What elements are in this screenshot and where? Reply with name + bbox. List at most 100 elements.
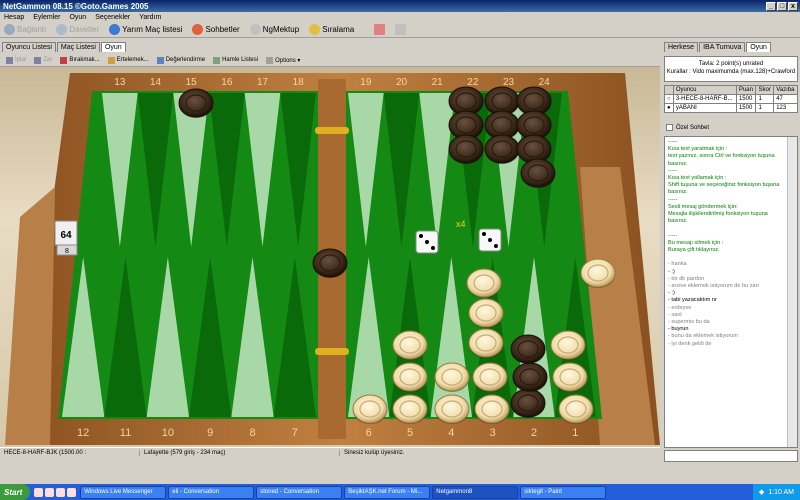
light-checker[interactable]: [550, 330, 586, 360]
task-messenger[interactable]: Windows Live Messenger: [80, 485, 167, 499]
game-area: 13 12 14 11 15 10 16 9 17 8 18 7 19 6 20 5 21 4 22 3 23 2 24 1 …: [0, 67, 660, 447]
light-checker[interactable]: [558, 394, 594, 424]
doubling-cube[interactable]: 64 8: [54, 220, 78, 256]
chats-button[interactable]: Sohbetler: [192, 24, 240, 35]
chat-scrollbar[interactable]: [787, 137, 797, 447]
connect-button[interactable]: Bağlantı: [4, 24, 46, 35]
flag-icon: [60, 56, 68, 64]
menu-hesap[interactable]: Hesap: [4, 14, 24, 21]
options-button[interactable]: Options ▾: [266, 56, 300, 64]
postpone-button[interactable]: Ertelemek...: [107, 56, 149, 64]
task-forum[interactable]: BeşiktAŞK.net Forum - Mi...: [344, 485, 431, 499]
dark-checker[interactable]: [510, 334, 546, 364]
chat-line: Kısa text yollamak için :: [668, 175, 727, 182]
tab-game[interactable]: Oyun: [100, 42, 126, 52]
minimize-button[interactable]: _: [766, 1, 776, 11]
chat-line: - saol: [668, 311, 682, 318]
backgammon-board: 131214111510169178187196205214223232241 …: [5, 73, 660, 445]
point-label: 7: [292, 427, 298, 439]
light-checker[interactable]: [552, 362, 588, 392]
private-chat-toggle[interactable]: Özel Sohbet: [666, 124, 709, 131]
die-pip: [425, 240, 429, 244]
close-button[interactable]: x: [788, 1, 798, 11]
maximize-button[interactable]: □: [777, 1, 787, 11]
dark-checker[interactable]: [312, 248, 348, 278]
light-checker[interactable]: [468, 298, 504, 328]
game-info-line2: Kurallar : Vido maximumda (max.128)+Craw…: [666, 69, 796, 75]
resign-button[interactable]: Bırakmak...: [60, 56, 100, 64]
status-player: HECE-8-HARF-BJK (1500.00 :: [0, 450, 140, 456]
light-checker[interactable]: [580, 258, 616, 288]
task-stoned-conversation[interactable]: stoned - Conversation: [256, 485, 343, 499]
light-checker[interactable]: [468, 328, 504, 358]
dark-checker[interactable]: [520, 158, 556, 188]
chat-line: Buraya çift tıklayınız.: [668, 247, 720, 254]
light-checker[interactable]: [352, 394, 388, 424]
menu-secenekler[interactable]: Seçenekler: [95, 14, 130, 21]
game-info-line1: Tavla: 2 point(s) unrated: [698, 61, 764, 67]
cube-side: 8: [65, 248, 69, 255]
task-netgammon[interactable]: Netgammon8: [432, 485, 519, 499]
dark-checker[interactable]: [516, 134, 552, 164]
extra-tool-button[interactable]: [374, 24, 386, 35]
chat-line: - iyi denk geldi de: [668, 340, 712, 347]
quicklaunch-icon[interactable]: [45, 487, 55, 497]
private-chat-checkbox[interactable]: [666, 124, 673, 131]
tab-match-list[interactable]: Maç Listesi: [56, 42, 100, 52]
chat-line: -----: [668, 167, 678, 174]
dark-checker[interactable]: [484, 134, 520, 164]
ngmektup-button[interactable]: NgMektup: [249, 24, 299, 35]
clock: 1:10 AM: [768, 488, 794, 496]
light-checker[interactable]: [434, 394, 470, 424]
quicklaunch-icon[interactable]: [56, 487, 66, 497]
dark-checker[interactable]: [448, 134, 484, 164]
evaluation-button[interactable]: Değerlendirme: [156, 56, 205, 64]
cancel-button[interactable]: İptal: [6, 56, 26, 64]
chat-log[interactable]: ----- Kısa text yaratmak için : text yazın…: [664, 136, 798, 448]
tab-iba-tournament[interactable]: IBA Turnuva: [699, 42, 746, 52]
ranking-button[interactable]: Sıralama: [309, 24, 354, 35]
table-row[interactable]: ● yABANI 1500 1 123: [664, 103, 798, 113]
die-pip: [419, 234, 423, 238]
chat-line: Bu mesajı silmek için :: [668, 239, 724, 246]
dark-checker[interactable]: [510, 388, 546, 418]
menu-yardim[interactable]: Yardım: [139, 14, 161, 21]
task-paint[interactable]: siktegit - Paint: [520, 485, 607, 499]
light-checker[interactable]: [392, 330, 428, 360]
point-label: 6: [366, 427, 372, 439]
point-label: 3: [490, 427, 496, 439]
light-checker[interactable]: [474, 394, 510, 424]
extra-tool-button-2[interactable]: [395, 24, 407, 35]
table-row[interactable]: ○ 3-HECE-8-HARF-B... 1500 1 47: [664, 94, 798, 104]
move-list-button[interactable]: Hamle Listesi: [213, 56, 258, 64]
chat-input[interactable]: [664, 450, 798, 462]
chat-line: text yazınız, sonra Ctrl ve fonksiyon tu…: [668, 153, 775, 167]
menu-eylemler[interactable]: Eylemler: [33, 14, 60, 21]
light-checker[interactable]: [392, 362, 428, 392]
dark-checker[interactable]: [178, 88, 214, 118]
light-checker[interactable]: [466, 268, 502, 298]
point-label: 18: [293, 77, 305, 88]
start-button[interactable]: Start: [0, 484, 31, 500]
chat-line: -----: [668, 196, 678, 203]
half-match-icon: [109, 24, 121, 35]
quicklaunch-icon[interactable]: [67, 487, 77, 497]
light-checker[interactable]: [434, 362, 470, 392]
die-pip: [482, 232, 486, 236]
list-icon: [213, 56, 221, 64]
light-checker[interactable]: [472, 362, 508, 392]
light-checker[interactable]: [392, 394, 428, 424]
tray-icon[interactable]: ◆: [759, 488, 764, 496]
ranking-icon: [309, 24, 321, 35]
dice-button[interactable]: Zar: [34, 56, 52, 64]
invite-button[interactable]: Davetler: [56, 24, 99, 35]
dark-checker[interactable]: [512, 362, 548, 392]
half-match-list-button[interactable]: Yarım Maç listesi: [109, 24, 182, 35]
quicklaunch-icon[interactable]: [34, 487, 44, 497]
tab-game-chat[interactable]: Oyun: [746, 42, 771, 52]
tab-player-list[interactable]: Oyuncu Listesi: [2, 42, 56, 52]
tab-everyone[interactable]: Herkese: [664, 42, 699, 52]
menu-oyun[interactable]: Oyun: [69, 14, 86, 21]
task-eli-conversation[interactable]: eli - Conversation: [168, 485, 255, 499]
chat-icon: [192, 24, 204, 35]
